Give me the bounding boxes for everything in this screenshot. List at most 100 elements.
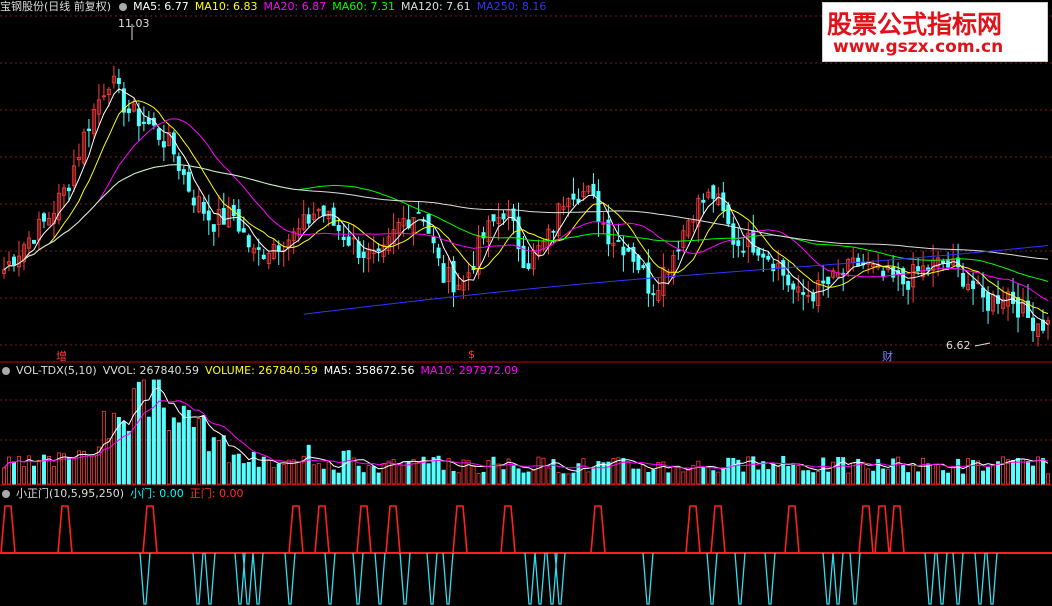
volume-bar — [206, 451, 211, 485]
volume-bar — [941, 470, 946, 485]
event-marker-dollar[interactable]: $ — [468, 348, 475, 361]
vvol-label: VVOL: 267840.59 — [102, 364, 200, 377]
vol-settings-dot-icon[interactable] — [2, 367, 10, 375]
volume-bar — [431, 457, 436, 485]
volume-bar — [341, 450, 346, 485]
volume-bar — [281, 464, 286, 485]
volume-bar — [771, 463, 776, 485]
ma10-label: MA10: 6.83 — [194, 0, 258, 13]
volume-bar — [776, 466, 781, 485]
volume-bar — [726, 457, 731, 485]
volume-bar — [311, 464, 316, 485]
volume-bar — [531, 469, 536, 485]
zhengmen-pulse — [710, 505, 726, 554]
volume-bar — [266, 460, 271, 485]
volume-bar — [136, 381, 141, 485]
volume-bar — [716, 471, 721, 485]
volume-bar — [516, 468, 521, 485]
ind-title: 小正门(10,5,95,250) — [16, 487, 125, 500]
candle-body — [41, 213, 46, 222]
candle-body — [986, 292, 991, 311]
volume-bar — [891, 458, 896, 485]
zhengmen-pulse — [858, 505, 874, 554]
volume-bar — [601, 462, 606, 485]
candle-body — [906, 281, 911, 290]
candle-body — [141, 121, 146, 124]
xiaomen-pulse — [204, 552, 216, 605]
zhengmen-pulse — [500, 505, 516, 554]
volume-bar — [66, 457, 71, 485]
xiaomen-pulse — [924, 552, 936, 605]
volume-bar — [881, 468, 886, 485]
volume-bar — [796, 465, 801, 485]
candle-body — [246, 235, 251, 248]
volume-bar — [476, 473, 481, 485]
settings-dot-icon[interactable] — [119, 3, 128, 11]
event-marker-zeng[interactable]: 增 — [56, 348, 67, 364]
candle-body — [66, 187, 71, 192]
candle-body — [276, 245, 281, 252]
zhengmen-pulse — [314, 505, 330, 554]
candle-body — [211, 224, 216, 232]
volume-bar — [676, 467, 681, 485]
volume-bar — [646, 471, 651, 485]
volume-bar — [31, 465, 36, 485]
volume-bar — [836, 457, 841, 485]
xiaomen-pulse — [734, 552, 746, 605]
candle-body — [756, 248, 761, 256]
volume-bar — [141, 379, 146, 485]
volume-bar — [501, 469, 506, 485]
volume-bar — [211, 437, 216, 485]
volume-bar — [371, 466, 376, 485]
volume-bar — [706, 467, 711, 485]
volume-bar — [861, 461, 866, 485]
volume-bar — [911, 462, 916, 485]
candle-body — [86, 128, 91, 132]
zhengmen-pulse — [356, 505, 372, 554]
xiaomen-pulse — [986, 552, 998, 605]
xiaomen-pulse — [284, 552, 296, 605]
candle-body — [181, 169, 186, 175]
main-title: 宝钢股份(日线 前复权) — [0, 0, 112, 13]
volume-bar — [586, 471, 591, 485]
volume-bar — [656, 462, 661, 485]
volume-bar — [616, 457, 621, 485]
volume-bar — [451, 470, 456, 485]
volume-bar — [61, 453, 66, 485]
volume-bar — [966, 458, 971, 485]
candle-body — [826, 276, 831, 285]
volume-bar — [11, 461, 16, 485]
ma20-label: MA20: 6.87 — [263, 0, 327, 13]
zhengmen-pulse — [142, 505, 158, 554]
candle-body — [11, 256, 16, 267]
volume-bar — [981, 470, 986, 485]
zhengmen-label: 正门: 0.00 — [189, 487, 244, 500]
volume-bar — [731, 458, 736, 485]
volume-bar — [701, 467, 706, 485]
volume-bar — [146, 416, 151, 485]
candle-body — [376, 248, 381, 252]
volume-bar — [926, 463, 931, 485]
volume-bar — [166, 430, 171, 485]
candle-body — [881, 270, 886, 277]
volume-bar — [786, 465, 791, 485]
volume-bar — [171, 417, 176, 485]
volume-bar — [241, 463, 246, 485]
volume-bar — [526, 471, 531, 485]
volume-bar — [696, 460, 701, 485]
volume-bar — [316, 463, 321, 485]
event-marker-cai[interactable]: 财 — [882, 348, 893, 364]
ind-settings-dot-icon[interactable] — [2, 490, 10, 498]
volume-bar — [811, 472, 816, 485]
volume-bar — [51, 466, 56, 485]
volume-bar — [921, 457, 926, 485]
zhengmen-pulse — [452, 505, 468, 554]
volume-bar — [846, 472, 851, 485]
candle-body — [721, 192, 726, 211]
volume-bar — [381, 463, 386, 485]
volume-bar — [991, 463, 996, 485]
volume-bar — [681, 471, 686, 485]
candle-body — [256, 247, 261, 250]
high-price-label: 11.03 — [118, 17, 150, 30]
candle-body — [1016, 297, 1021, 318]
